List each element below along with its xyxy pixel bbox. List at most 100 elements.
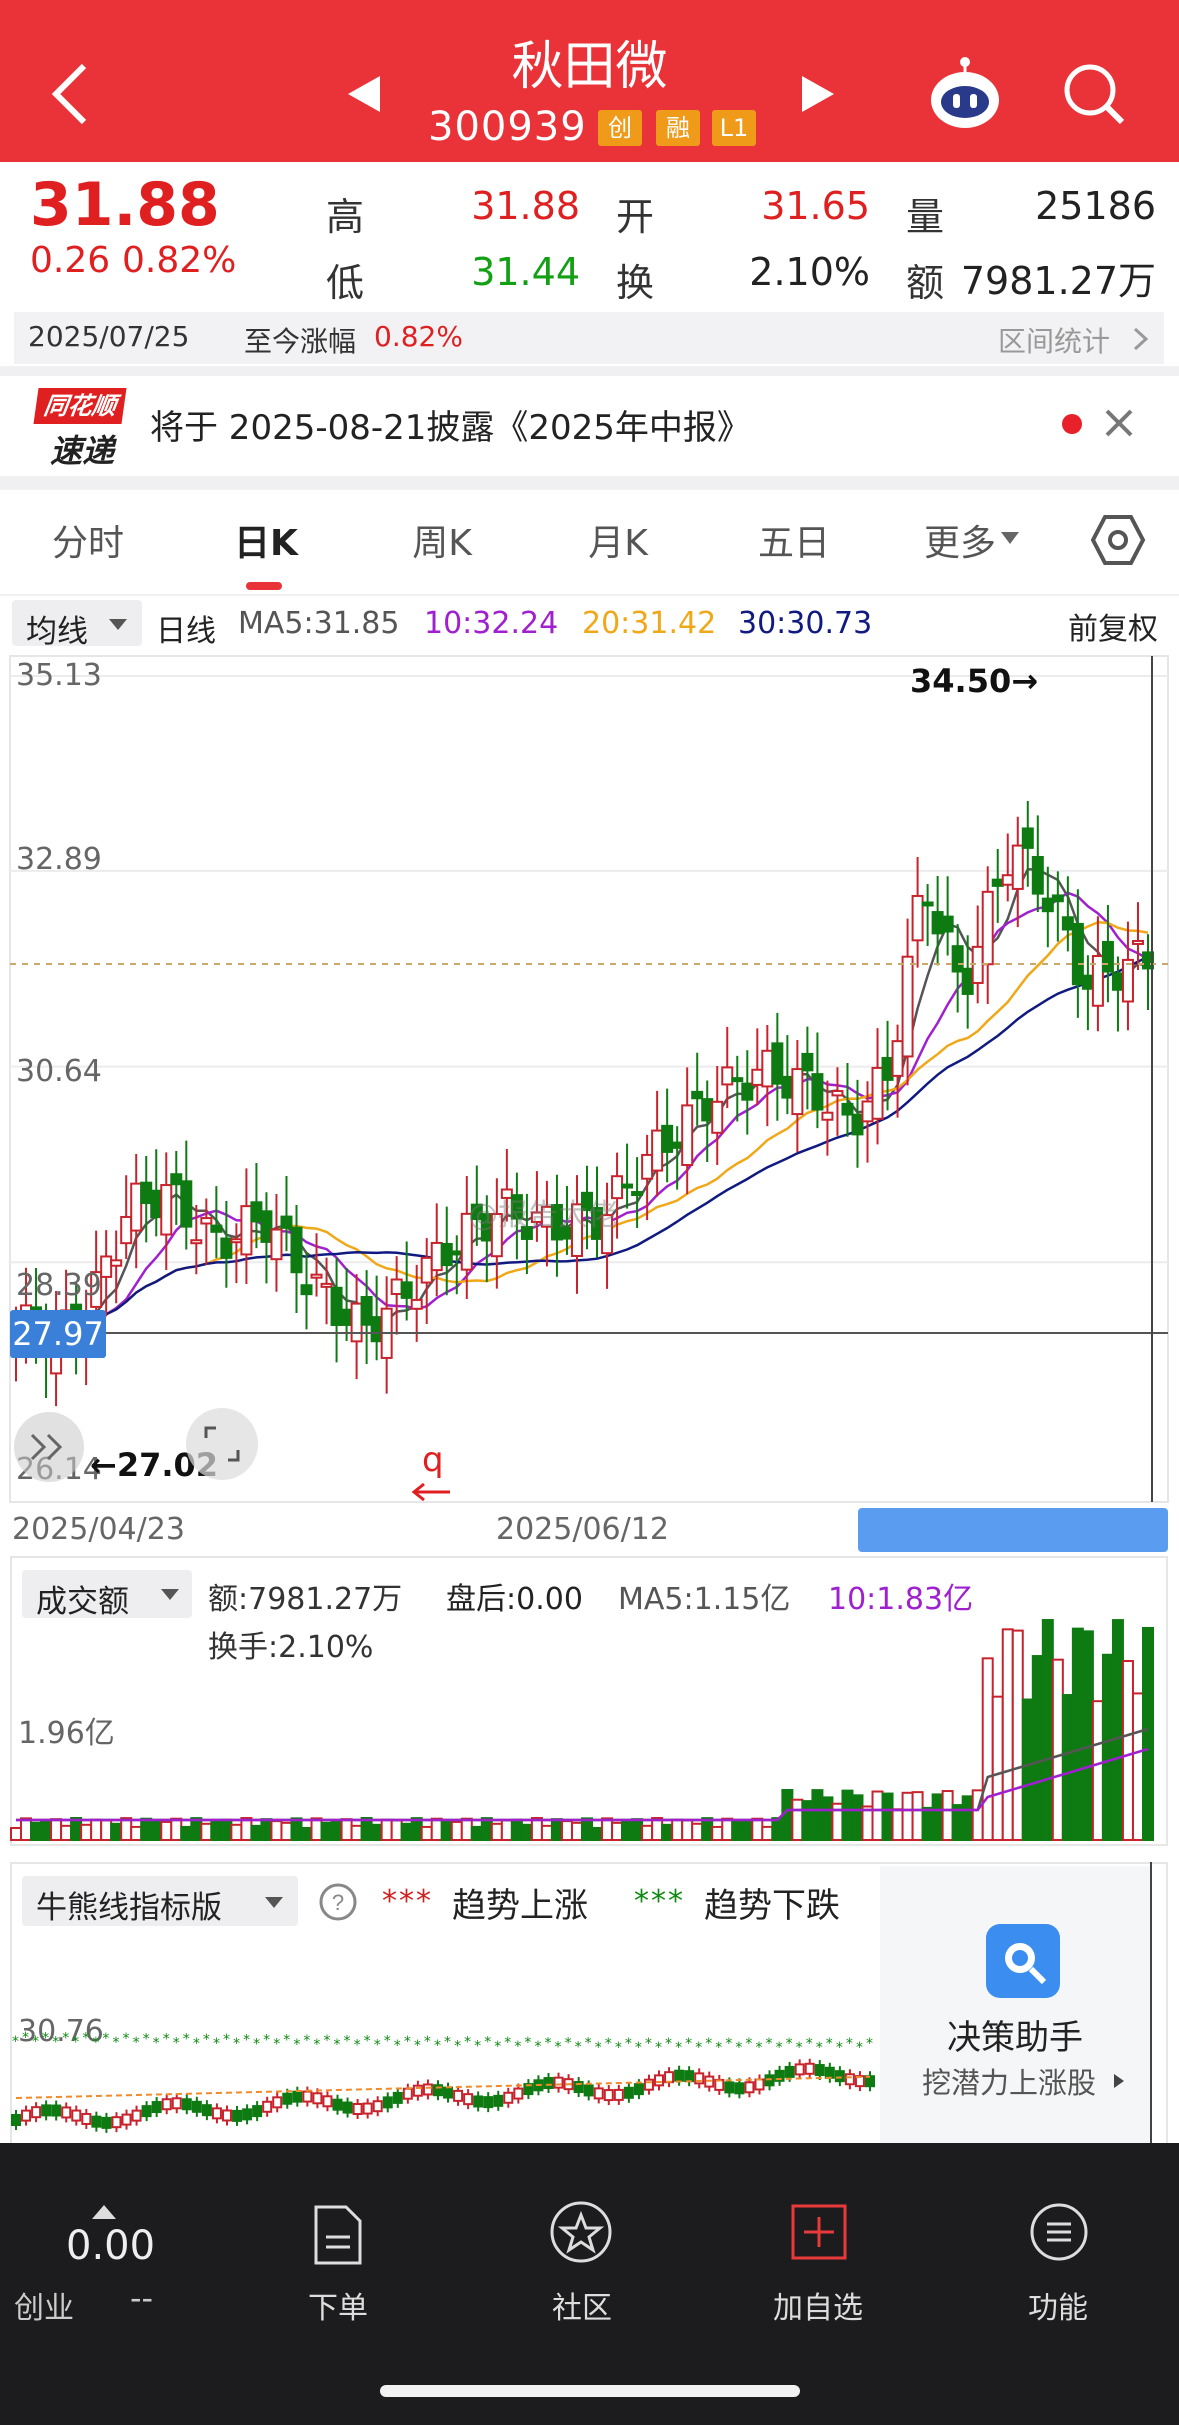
svg-text:*: * — [705, 2036, 712, 2052]
search-icon[interactable] — [1062, 62, 1126, 126]
svg-text:*: * — [856, 2040, 863, 2056]
svg-text:*: * — [303, 2033, 310, 2049]
chevron-down-icon — [109, 619, 127, 630]
since-value: 0.82% — [374, 320, 463, 353]
svg-text:*: * — [52, 2034, 59, 2050]
magnifier-icon — [1005, 1943, 1047, 1985]
trend-down-label: 趋势下跌 — [704, 1886, 840, 1926]
fullscreen-button[interactable] — [186, 1408, 258, 1480]
ma20-value: 20:31.42 — [582, 606, 717, 641]
unread-dot — [1062, 414, 1082, 434]
trend-up-label: 趋势上涨 — [452, 1886, 588, 1926]
high-annotation: 34.50→ — [910, 662, 1039, 700]
tab-daily-k[interactable]: 日K — [196, 514, 336, 566]
svg-text:*: * — [615, 2040, 622, 2056]
trend-up-dots: *** — [382, 1884, 433, 1919]
svg-text:*: * — [504, 2035, 511, 2051]
indicator-chart[interactable]: * * * * * * * * * * * * * * * * * * * * * * * * * * * * * * * * * * * * * * * *… — [0, 2030, 880, 2150]
svg-text:*: * — [745, 2036, 752, 2052]
assistant-logo — [986, 1924, 1060, 1998]
open-value: 31.65 — [761, 184, 870, 228]
arrow-left-icon — [411, 1482, 450, 1502]
double-chevron-right-icon — [30, 1433, 63, 1461]
nav-order[interactable]: 下单 — [220, 2143, 456, 2333]
svg-text:*: * — [565, 2036, 572, 2052]
settings-hexagon-icon[interactable] — [1090, 512, 1146, 568]
turnover-label: 换 — [616, 261, 655, 305]
nav-functions[interactable]: 功能 — [940, 2143, 1176, 2333]
svg-text:*: * — [173, 2036, 180, 2052]
svg-text:*: * — [112, 2035, 119, 2051]
svg-text:*: * — [464, 2035, 471, 2051]
decision-assistant-card[interactable]: 决策助手 挖潜力上涨股 — [880, 1866, 1150, 2148]
svg-text:*: * — [534, 2039, 541, 2055]
svg-text:*: * — [414, 2038, 421, 2054]
svg-text:?: ? — [332, 1890, 344, 1915]
svg-text:*: * — [193, 2036, 200, 2052]
svg-text:*: * — [183, 2032, 190, 2048]
indicator-selector[interactable]: 牛熊线指标版 — [22, 1876, 298, 1926]
kline-chart[interactable] — [0, 654, 1179, 1504]
svg-text:*: * — [364, 2034, 371, 2050]
notice-banner[interactable]: 同花顺 速递 将于 2025-08-21披露《2025年中报》 — [0, 376, 1179, 476]
svg-text:*: * — [22, 2030, 29, 2046]
crosshair-price-tag: 27.97 — [10, 1310, 106, 1358]
svg-text:*: * — [796, 2040, 803, 2056]
index-name[interactable]: 创业 — [14, 2283, 74, 2327]
svg-text:*: * — [283, 2033, 290, 2049]
nav-add-watchlist[interactable]: 加自选 — [700, 2143, 936, 2333]
menu-circle-icon — [1030, 2203, 1088, 2261]
svg-text:*: * — [585, 2036, 592, 2052]
svg-text:*: * — [725, 2036, 732, 2052]
svg-text:*: * — [32, 2034, 39, 2050]
svg-text:*: * — [836, 2040, 843, 2056]
next-stock-icon[interactable] — [800, 74, 836, 114]
adjust-mode[interactable]: 前复权 — [1068, 604, 1158, 648]
high-value: 31.88 — [471, 184, 580, 228]
ma-selector[interactable]: 均线 — [12, 600, 142, 650]
stock-code: 300939 — [428, 104, 587, 150]
index-change: -- — [130, 2279, 154, 2317]
range-stats-link[interactable]: 区间统计 — [998, 320, 1110, 360]
volume-chart[interactable] — [0, 1600, 1179, 1846]
nav-add-watchlist-label: 加自选 — [773, 2291, 863, 2326]
svg-text:*: * — [424, 2034, 431, 2050]
event-marker[interactable]: q — [422, 1440, 444, 1480]
tab-monthly-k[interactable]: 月K — [548, 514, 688, 566]
svg-text:*: * — [826, 2036, 833, 2052]
date-bar: 2025/07/25 至今涨幅 0.82% 区间统计 — [14, 312, 1164, 364]
x-label-1: 2025/06/12 — [496, 1512, 669, 1547]
svg-text:*: * — [755, 2040, 762, 2056]
tab-weekly-k[interactable]: 周K — [372, 514, 512, 566]
help-icon[interactable]: ? — [318, 1882, 358, 1922]
svg-text:*: * — [354, 2037, 361, 2053]
svg-text:*: * — [12, 2034, 19, 2050]
tab-five-day[interactable]: 五日 — [724, 514, 864, 566]
svg-text:*: * — [605, 2036, 612, 2052]
svg-text:*: * — [153, 2035, 160, 2051]
expand-sidebar-button[interactable] — [14, 1412, 84, 1482]
svg-text:*: * — [92, 2035, 99, 2051]
svg-text:*: * — [655, 2040, 662, 2056]
svg-text:*: * — [454, 2038, 461, 2054]
close-icon[interactable] — [1104, 408, 1134, 438]
chevron-down-icon — [1001, 532, 1019, 544]
svg-text:*: * — [163, 2032, 170, 2048]
order-document-icon — [314, 2205, 362, 2265]
triangle-right-icon — [1114, 2074, 1124, 2088]
range-scroll-bar[interactable] — [858, 1508, 1168, 1552]
svg-text:*: * — [494, 2039, 501, 2055]
svg-text:*: * — [715, 2040, 722, 2056]
chevron-down-icon — [265, 1897, 283, 1908]
tab-intraday[interactable]: 分时 — [18, 514, 158, 566]
svg-text:*: * — [524, 2035, 531, 2051]
index-value: 0.00 — [66, 2223, 156, 2269]
amount-label: 额 — [906, 261, 945, 305]
svg-text:*: * — [816, 2040, 823, 2056]
active-tab-indicator — [246, 582, 282, 590]
svg-text:*: * — [645, 2036, 652, 2052]
svg-text:*: * — [323, 2033, 330, 2049]
nav-community[interactable]: 社区 — [464, 2143, 700, 2333]
robot-assistant-icon[interactable] — [926, 54, 1004, 132]
svg-text:*: * — [133, 2035, 140, 2051]
